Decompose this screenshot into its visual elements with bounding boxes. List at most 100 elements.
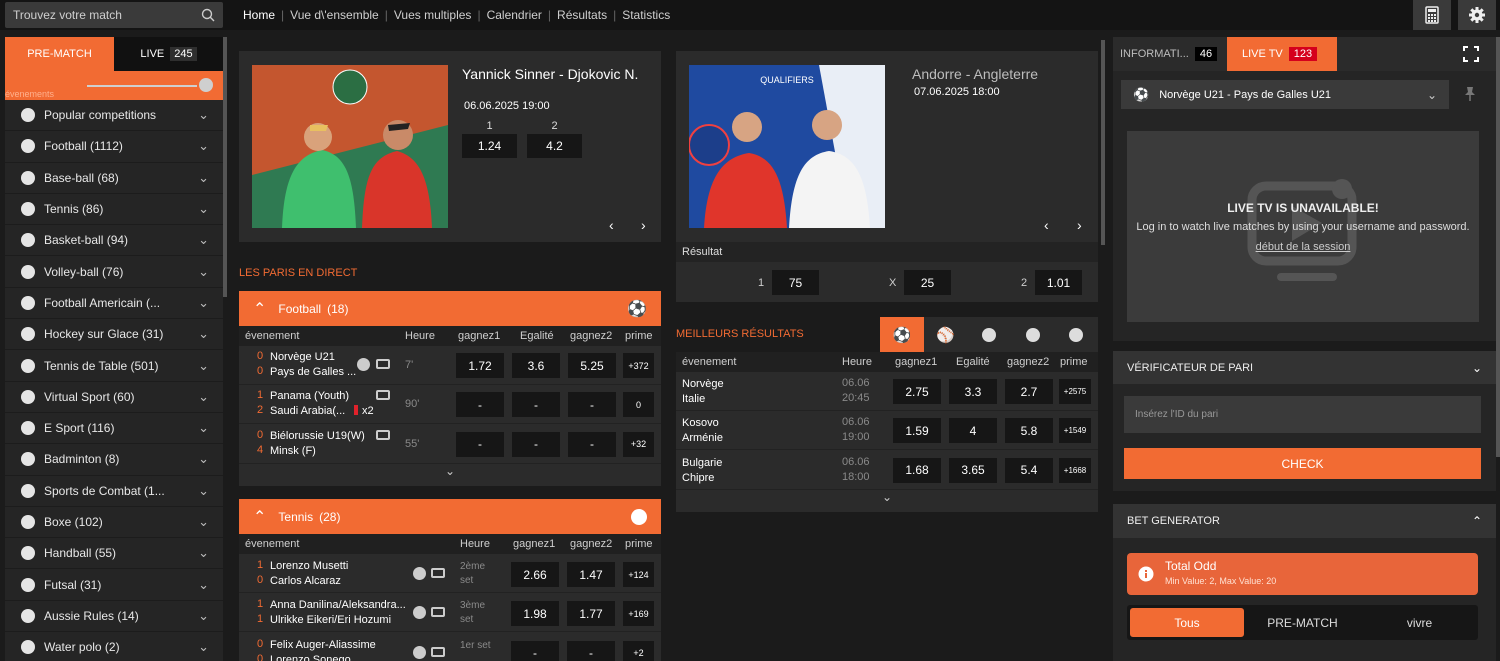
tab-live[interactable]: LIVE 245 [114, 37, 223, 71]
more-markets-button[interactable]: 0 [623, 392, 654, 418]
search-input[interactable]: Trouvez votre match [13, 8, 122, 22]
more-markets-button[interactable]: +1549 [1059, 418, 1091, 444]
soccer-ball-icon[interactable]: ⚽ [880, 317, 924, 352]
odd-button-1[interactable]: 1.98 [511, 601, 559, 627]
sidebar-item[interactable]: Aussie Rules (14) ⌄ [5, 601, 223, 633]
settings-button[interactable] [1458, 0, 1496, 30]
more-markets-button[interactable]: +2 [623, 640, 654, 661]
nav-overview[interactable]: Vue d\'ensemble [290, 8, 379, 22]
football-section-header[interactable]: ⌃ Football (18) ⚽ [239, 291, 661, 326]
odd-button-2[interactable]: 5.4 [1005, 457, 1053, 483]
tab-prematch[interactable]: PRE-MATCH [5, 37, 114, 71]
chevron-down-icon[interactable]: ⌄ [198, 358, 209, 374]
odd-button-1[interactable]: - [456, 392, 504, 418]
sidebar-item[interactable]: Tennis (86) ⌄ [5, 194, 223, 226]
result-odd-2[interactable]: 1.01 [1035, 270, 1082, 295]
result-odd-1[interactable]: 75 [772, 270, 819, 295]
odd-button-x[interactable]: - [512, 392, 560, 418]
calculator-button[interactable] [1413, 0, 1451, 30]
sidebar-item[interactable]: Water polo (2) ⌄ [5, 632, 223, 661]
prev-arrow-icon[interactable]: ‹ [1044, 217, 1049, 233]
next-arrow-icon[interactable]: › [1077, 217, 1082, 233]
table-row[interactable]: 1 Lorenzo Musetti 0 Carlos Alcaraz 2ème set 2… [239, 554, 661, 593]
chevron-down-icon[interactable]: ⌄ [198, 608, 209, 624]
chevron-down-icon[interactable]: ⌄ [198, 577, 209, 593]
pin-icon[interactable] [1463, 86, 1477, 102]
sidebar-item[interactable]: Badminton (8) ⌄ [5, 444, 223, 476]
sidebar-item[interactable]: Boxe (102) ⌄ [5, 507, 223, 539]
sidebar-item[interactable]: Football (1112) ⌄ [5, 131, 223, 163]
fullscreen-icon[interactable] [1463, 46, 1479, 62]
chevron-down-icon[interactable]: ⌄ [198, 201, 209, 217]
odd-button-2[interactable]: 5.25 [568, 353, 616, 378]
bet-checker-header[interactable]: VÉRIFICATEUR DE PARI ⌄ [1113, 351, 1496, 384]
sidebar-item[interactable]: Basket-ball (94) ⌄ [5, 225, 223, 257]
basketball-icon[interactable] [1010, 317, 1055, 352]
info-icon[interactable] [413, 645, 426, 659]
baseball-icon[interactable]: ⚾ [923, 317, 968, 352]
sidebar-item[interactable]: Sports de Combat (1... ⌄ [5, 476, 223, 507]
table-row[interactable]: Kosovo Arménie 06.06 19:00 1.59 4 5.8 +1549 [676, 411, 1098, 451]
odd-button-1[interactable]: 1.68 [893, 457, 941, 483]
chevron-down-icon[interactable]: ⌄ [198, 514, 209, 530]
chevron-down-icon[interactable]: ⌄ [198, 326, 209, 342]
chevron-down-icon[interactable]: ⌄ [198, 264, 209, 280]
table-row[interactable]: 1 Panama (Youth) 2 Saudi Arabia(... x2 90' - - -… [239, 385, 661, 425]
tennis-section-header[interactable]: ⌃ Tennis (28) [239, 499, 661, 534]
odd-button-1[interactable]: - [456, 431, 504, 457]
chevron-up-icon[interactable]: ⌃ [253, 507, 266, 527]
tennis-ball-icon[interactable] [967, 317, 1011, 352]
tv-icon[interactable] [431, 607, 445, 618]
odd-button-1[interactable]: 1.24 [462, 134, 517, 158]
odd-button-1[interactable]: 1.72 [456, 353, 504, 378]
nav-calendar[interactable]: Calendrier [487, 8, 542, 22]
tab-live-tv[interactable]: LIVE TV 123 [1227, 37, 1337, 71]
chevron-down-icon[interactable]: ⌄ [1472, 361, 1482, 375]
sidebar-item[interactable]: Base-ball (68) ⌄ [5, 163, 223, 194]
odd-button-1[interactable]: - [511, 640, 559, 661]
odd-button-x[interactable]: 3.3 [949, 379, 997, 404]
odd-button-1[interactable]: 2.75 [893, 379, 941, 404]
tv-icon[interactable] [431, 646, 445, 657]
nav-multiview[interactable]: Vues multiples [394, 8, 472, 22]
expand-chevron-icon[interactable]: ⌄ [239, 464, 661, 486]
expand-chevron-icon[interactable]: ⌄ [676, 490, 1098, 512]
events-slider[interactable]: évenements [5, 71, 223, 100]
featured-match-football[interactable]: QUALIFIERS Andorre - Angleterre 07.06.20… [676, 51, 1098, 242]
segment-live[interactable]: vivre [1361, 608, 1478, 637]
chevron-down-icon[interactable]: ⌄ [198, 295, 209, 311]
odd-button-1[interactable]: 2.66 [511, 562, 559, 587]
next-arrow-icon[interactable]: › [641, 217, 646, 233]
search-icon[interactable] [201, 8, 215, 22]
odd-button-2[interactable]: 5.8 [1005, 418, 1053, 444]
sidebar-item[interactable]: Tennis de Table (501) ⌄ [5, 350, 223, 382]
table-row[interactable]: Bulgarie Chipre 06.06 18:00 1.68 3.65 5.4 +1668 [676, 451, 1098, 490]
odd-button-2[interactable]: 1.77 [567, 601, 615, 627]
chevron-up-icon[interactable]: ⌃ [1472, 514, 1482, 528]
bet-generator-header[interactable]: BET GENERATOR ⌃ [1113, 504, 1496, 538]
chevron-down-icon[interactable]: ⌄ [198, 389, 209, 405]
tv-icon[interactable] [376, 429, 390, 440]
sidebar-item[interactable]: Volley-ball (76) ⌄ [5, 256, 223, 288]
more-markets-button[interactable]: +372 [623, 353, 654, 378]
slider-handle[interactable] [199, 78, 213, 92]
match-select[interactable]: ⚽ Norvège U21 - Pays de Galles U21 ⌄ [1121, 80, 1449, 109]
info-icon[interactable] [357, 358, 370, 371]
sidebar-item[interactable]: Virtual Sport (60) ⌄ [5, 382, 223, 413]
odd-button-1[interactable]: 1.59 [893, 418, 941, 444]
odd-button-x[interactable]: 3.65 [949, 457, 997, 483]
bet-id-input[interactable]: Insérez l'ID du pari [1124, 396, 1481, 433]
chevron-down-icon[interactable]: ⌄ [198, 639, 209, 655]
sidebar-item[interactable]: Hockey sur Glace (31) ⌄ [5, 319, 223, 351]
table-row[interactable]: 0 Norvège U21 0 Pays de Galles ... 7' 1.72 3.6… [239, 346, 661, 385]
odd-button-2[interactable]: - [568, 431, 616, 457]
segment-all[interactable]: Tous [1130, 608, 1244, 637]
info-icon[interactable] [413, 567, 426, 580]
more-markets-button[interactable]: +2575 [1059, 379, 1091, 404]
result-odd-x[interactable]: 25 [904, 270, 951, 295]
sidebar-item[interactable]: Handball (55) ⌄ [5, 538, 223, 570]
slider-track[interactable] [87, 85, 197, 87]
chevron-down-icon[interactable]: ⌄ [198, 483, 209, 499]
odd-button-x[interactable]: 4 [949, 418, 997, 444]
odd-button-x[interactable]: 3.6 [512, 353, 560, 378]
